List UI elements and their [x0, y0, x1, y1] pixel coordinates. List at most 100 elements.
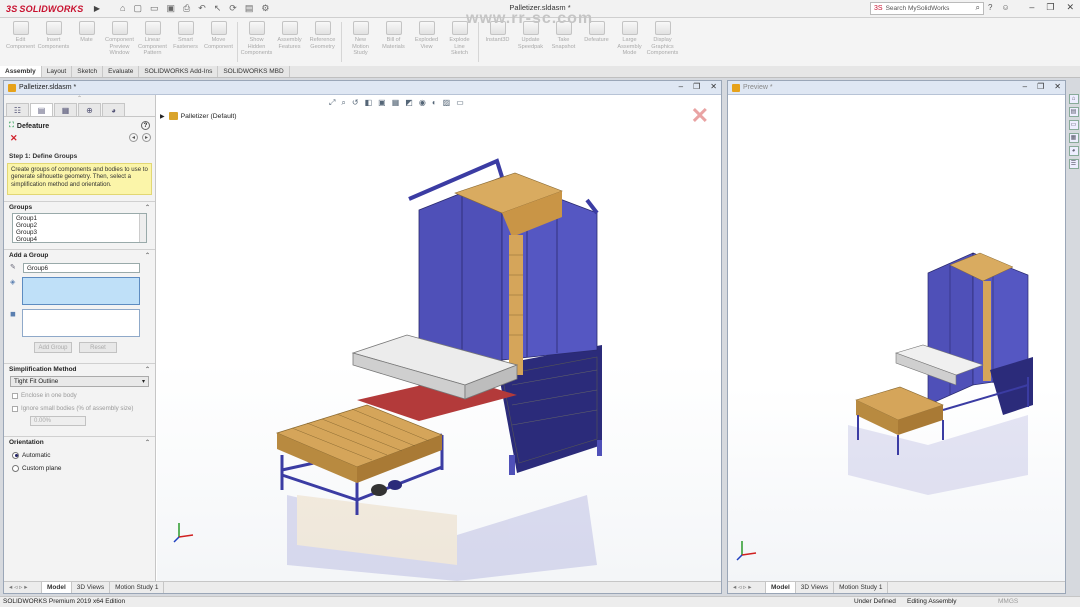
- restore-icon[interactable]: ❐: [1046, 2, 1054, 13]
- tab-scroll-arrows[interactable]: ◂ ◃ ▹ ▸: [4, 582, 42, 593]
- groups-list[interactable]: Group1 Group2 Group3 Group4: [12, 213, 147, 243]
- cancel-x-icon[interactable]: ✕: [10, 133, 18, 144]
- doc-close-icon[interactable]: ✕: [710, 82, 717, 91]
- file-explorer-icon[interactable]: ▭: [1068, 120, 1079, 130]
- add-group-button[interactable]: Add Group: [34, 342, 72, 353]
- ribbon-tab[interactable]: Assembly: [0, 66, 42, 77]
- preview-restore-icon[interactable]: ❐: [1037, 82, 1044, 91]
- doc-minimize-icon[interactable]: –: [679, 82, 683, 91]
- list-item[interactable]: Group2: [16, 222, 143, 229]
- help-button-icon[interactable]: ?: [141, 121, 150, 130]
- solidworks-logo[interactable]: 3S SOLIDWORKS: [0, 0, 92, 18]
- preview-tab-motion-study[interactable]: Motion Study 1: [834, 582, 889, 593]
- search-input[interactable]: Search MySolidWorks: [886, 5, 950, 12]
- ribbon-tab[interactable]: SOLIDWORKS Add-Ins: [139, 66, 219, 77]
- ribbon-tab[interactable]: Sketch: [72, 66, 104, 77]
- custom-plane-radio[interactable]: Custom plane: [4, 463, 155, 473]
- toolbar-button[interactable]: New Motion Study: [344, 18, 377, 66]
- simplification-section-header[interactable]: Simplification Method ⌃: [4, 363, 155, 374]
- list-item[interactable]: Group3: [16, 229, 143, 236]
- file-properties-icon[interactable]: ▤: [245, 3, 254, 14]
- new-file-icon[interactable]: ▢: [133, 3, 142, 14]
- toolbar-button[interactable]: Component Preview Window: [103, 18, 136, 66]
- feature-tree-tab-icon[interactable]: ☷: [6, 103, 29, 116]
- ribbon-tab[interactable]: SOLIDWORKS MBD: [218, 66, 290, 77]
- toolbar-button[interactable]: Move Component: [202, 18, 235, 66]
- toolbar-button[interactable]: Display Graphics Components: [646, 18, 679, 66]
- tab-motion-study[interactable]: Motion Study 1: [110, 582, 165, 593]
- component-selection-box[interactable]: [22, 277, 140, 305]
- toolbar-button[interactable]: Exploded View: [410, 18, 443, 66]
- magnifier-icon[interactable]: ⌕: [976, 3, 980, 13]
- toolbar-button[interactable]: Bill of Materials: [377, 18, 410, 66]
- groups-section-header[interactable]: Groups ⌃: [4, 201, 155, 212]
- toolbar-button[interactable]: Smart Fasteners: [169, 18, 202, 66]
- automatic-radio[interactable]: Automatic: [4, 450, 155, 460]
- user-icon[interactable]: ☺: [1001, 3, 1009, 12]
- next-arrow-icon[interactable]: ▸: [142, 133, 151, 142]
- body-selection-box[interactable]: [22, 309, 140, 337]
- tab-3d-views[interactable]: 3D Views: [72, 582, 111, 593]
- reset-button[interactable]: Reset: [79, 342, 117, 353]
- toolbar-button[interactable]: Insert Components: [37, 18, 70, 66]
- minimize-icon[interactable]: –: [1029, 2, 1034, 13]
- search-box[interactable]: 3S Search MySolidWorks ⌕: [870, 2, 984, 15]
- collapse-chevron-icon[interactable]: ⌃: [145, 204, 150, 211]
- rebuild-icon[interactable]: ⟳: [229, 3, 237, 14]
- preview-close-icon[interactable]: ✕: [1054, 82, 1061, 91]
- ribbon-tab[interactable]: Evaluate: [103, 66, 140, 77]
- toolbar-button[interactable]: Linear Component Pattern: [136, 18, 169, 66]
- units-selector[interactable]: MMGS: [998, 597, 1018, 607]
- toolbar-button[interactable]: Edit Component: [4, 18, 37, 66]
- select-icon[interactable]: ↖: [214, 3, 222, 14]
- help-icon[interactable]: ?: [988, 3, 992, 12]
- options-gear-icon[interactable]: ⚙: [261, 3, 269, 14]
- open-file-icon[interactable]: ▭: [150, 3, 159, 14]
- ribbon-tab[interactable]: Layout: [42, 66, 73, 77]
- preview-tab-model[interactable]: Model: [766, 582, 796, 593]
- panel-grip[interactable]: ⌃: [4, 95, 155, 103]
- ignore-small-bodies-checkbox[interactable]: Ignore small bodies (% of assembly size): [4, 404, 155, 413]
- display-manager-tab-icon[interactable]: ◕: [102, 103, 125, 116]
- preview-tab-scroll-arrows[interactable]: ◂ ◃ ▹ ▸: [728, 582, 766, 593]
- simplification-method-select[interactable]: Tight Fit Outline ▾: [10, 376, 149, 387]
- menu-arrow-icon[interactable]: ▶: [92, 4, 102, 13]
- list-item[interactable]: Group1: [16, 215, 143, 222]
- group-name-input[interactable]: Group6: [23, 263, 140, 273]
- graphics-viewport[interactable]: ⤢ ⌕ ↺ ◧ ▣ ▦ ◩ ◉ ◐ ▨ ▭ ▶ Palletizer (Defa…: [157, 95, 721, 581]
- enclose-checkbox[interactable]: Enclose in one body: [4, 391, 155, 400]
- appearances-icon[interactable]: ◕: [1068, 146, 1079, 156]
- tab-model[interactable]: Model: [42, 582, 72, 593]
- collapse-chevron-icon[interactable]: ⌃: [145, 252, 150, 259]
- back-arrow-icon[interactable]: ◂: [129, 133, 138, 142]
- save-icon[interactable]: ▣: [166, 3, 175, 14]
- toolbar-button[interactable]: Large Assembly Mode: [613, 18, 646, 66]
- add-group-section-header[interactable]: Add a Group ⌃: [4, 249, 155, 260]
- configuration-tab-icon[interactable]: ▦: [54, 103, 77, 116]
- collapse-chevron-icon[interactable]: ⌃: [145, 439, 150, 446]
- toolbar-button[interactable]: Show Hidden Components: [240, 18, 273, 66]
- close-icon[interactable]: ✕: [1066, 2, 1074, 13]
- preview-viewport[interactable]: [728, 95, 1065, 581]
- collapse-chevron-icon[interactable]: ⌃: [145, 366, 150, 373]
- orientation-section-header[interactable]: Orientation ⌃: [4, 436, 155, 447]
- toolbar-button[interactable]: Mate: [70, 18, 103, 66]
- preview-minimize-icon[interactable]: –: [1023, 82, 1027, 91]
- list-scrollbar[interactable]: [139, 214, 146, 242]
- toolbar-button[interactable]: Assembly Features: [273, 18, 306, 66]
- resources-home-icon[interactable]: ⌂: [1068, 94, 1079, 104]
- ignore-percent-input[interactable]: 0.00%: [30, 416, 86, 426]
- list-item[interactable]: Group4: [16, 236, 143, 243]
- print-icon[interactable]: ⎙: [183, 3, 190, 14]
- view-palette-icon[interactable]: ▦: [1068, 133, 1079, 143]
- doc-restore-icon[interactable]: ❐: [693, 82, 700, 91]
- preview-tab-3d-views[interactable]: 3D Views: [796, 582, 835, 593]
- dimxpert-tab-icon[interactable]: ⊕: [78, 103, 101, 116]
- custom-properties-icon[interactable]: ☰: [1068, 159, 1079, 169]
- toolbar-button[interactable]: Reference Geometry: [306, 18, 339, 66]
- undo-icon[interactable]: ↶: [198, 3, 206, 14]
- property-manager-tab-icon[interactable]: ▤: [30, 103, 53, 116]
- home-icon[interactable]: ⌂: [120, 3, 125, 14]
- design-library-icon[interactable]: ▤: [1068, 107, 1079, 117]
- defeature-icon: ⛶: [9, 122, 14, 129]
